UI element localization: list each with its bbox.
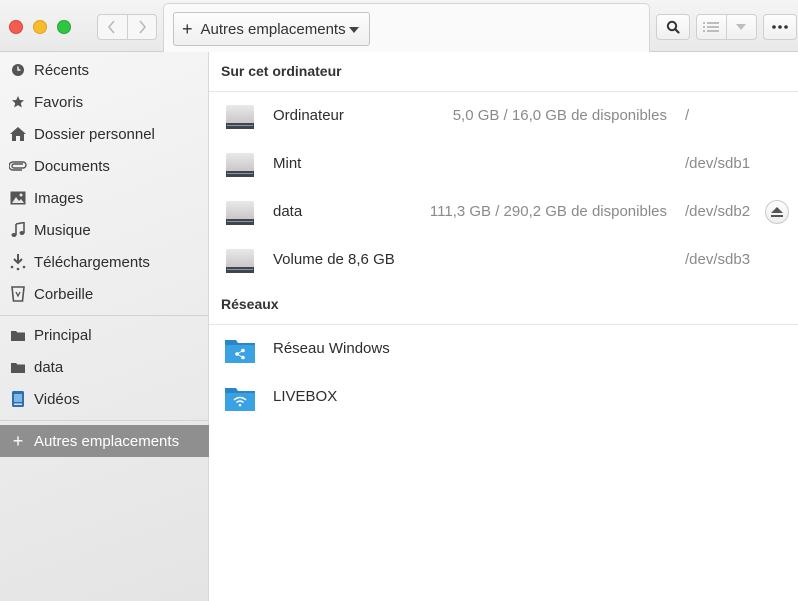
- folder-icon: [9, 358, 27, 376]
- sidebar-item-home[interactable]: Dossier personnel: [0, 118, 209, 150]
- sidebar-item-label: Musique: [34, 221, 91, 239]
- sidebar-item-label: Téléchargements: [34, 253, 150, 271]
- list-view-button[interactable]: [697, 15, 727, 39]
- sidebar-item-downloads[interactable]: Téléchargements: [0, 246, 209, 278]
- view-options-button[interactable]: [727, 15, 756, 39]
- header-bar: + Autres emplacements: [0, 0, 798, 52]
- section-divider: [209, 324, 798, 325]
- sidebar-item-data[interactable]: data: [0, 351, 209, 383]
- sidebar-separator: [0, 315, 209, 316]
- sidebar-item-label: Vidéos: [34, 390, 80, 408]
- sidebar-item-label: data: [34, 358, 64, 376]
- sidebar-item-favorites[interactable]: Favoris: [0, 86, 209, 118]
- sidebar-item-label: Images: [34, 189, 84, 207]
- sidebar-item-recents[interactable]: Récents: [0, 54, 209, 86]
- location-name: Volume de 8,6 GB: [273, 251, 395, 268]
- location-row-ordinateur[interactable]: Ordinateur 5,0 GB / 16,0 GB de disponibl…: [209, 94, 798, 138]
- sidebar-item-label: Corbeille: [34, 285, 94, 303]
- sidebar-item-label: Autres emplacements: [34, 432, 180, 450]
- drive-icon: [226, 201, 254, 225]
- plus-icon: +: [12, 430, 24, 451]
- location-row-volume[interactable]: Volume de 8,6 GB /dev/sdb3: [209, 238, 798, 282]
- sidebar-item-label: Principal: [34, 326, 92, 344]
- network-name: Réseau Windows: [273, 340, 390, 357]
- sidebar-item-music[interactable]: Musique: [0, 214, 209, 246]
- search-icon: [666, 20, 680, 34]
- drive-icon: [226, 105, 254, 129]
- maximize-window-button[interactable]: [57, 20, 71, 34]
- drive-icon: [226, 249, 254, 273]
- folder-icon: [9, 326, 27, 344]
- chevron-right-icon: [139, 20, 146, 34]
- eject-icon: [771, 207, 783, 217]
- trash-icon: [9, 285, 27, 303]
- network-share-folder-icon: [225, 340, 255, 363]
- menu-button[interactable]: [763, 14, 797, 40]
- search-button[interactable]: [656, 14, 690, 40]
- location-path: /dev/sdb3: [685, 251, 751, 268]
- back-button[interactable]: [98, 15, 128, 39]
- location-path: /dev/sdb2: [685, 203, 751, 220]
- location-name: Mint: [273, 155, 302, 172]
- location-name: Ordinateur: [273, 107, 344, 124]
- wifi-folder-icon: [225, 388, 255, 411]
- sidebar: Récents Favoris Dossier personnel Docume…: [0, 52, 209, 601]
- network-row-livebox[interactable]: LIVEBOX: [209, 375, 798, 419]
- sidebar-item-label: Documents: [34, 157, 110, 175]
- other-locations-view: Sur cet ordinateur Ordinateur 5,0 GB / 1…: [209, 52, 798, 601]
- sidebar-item-label: Dossier personnel: [34, 125, 155, 143]
- caret-down-icon: [349, 27, 359, 33]
- location-name: data: [273, 203, 303, 220]
- image-icon: [9, 189, 27, 207]
- home-icon: [9, 125, 27, 143]
- sidebar-item-label: Récents: [34, 61, 90, 79]
- view-switcher: [696, 14, 757, 40]
- minimize-window-button[interactable]: [33, 20, 47, 34]
- video-icon: [9, 390, 27, 408]
- clock-icon: [9, 61, 27, 79]
- network-row-windows[interactable]: Réseau Windows: [209, 327, 798, 371]
- drive-icon: [226, 153, 254, 177]
- star-icon: [9, 93, 27, 111]
- plus-icon: +: [182, 19, 193, 39]
- path-bar: + Autres emplacements: [163, 3, 650, 52]
- sidebar-separator: [0, 420, 209, 421]
- download-icon: [9, 253, 27, 271]
- chevron-down-icon: [736, 24, 747, 30]
- paperclip-icon: [9, 157, 27, 175]
- path-button-label: Autres emplacements: [200, 20, 346, 38]
- chevron-left-icon: [108, 20, 115, 34]
- more-horizontal-icon: [772, 25, 788, 29]
- sidebar-item-documents[interactable]: Documents: [0, 150, 209, 182]
- sidebar-item-label: Favoris: [34, 93, 84, 111]
- location-path: /dev/sdb1: [685, 155, 751, 172]
- forward-button[interactable]: [128, 15, 157, 39]
- section-title-networks: Réseaux: [221, 296, 279, 312]
- location-space: 5,0 GB / 16,0 GB de disponibles: [452, 107, 667, 124]
- close-window-button[interactable]: [9, 20, 23, 34]
- list-view-icon: [703, 22, 720, 32]
- location-row-data[interactable]: data 111,3 GB / 290,2 GB de disponibles …: [209, 190, 798, 234]
- path-button-other-locations[interactable]: + Autres emplacements: [173, 12, 370, 46]
- sidebar-item-images[interactable]: Images: [0, 182, 209, 214]
- sidebar-item-trash[interactable]: Corbeille: [0, 278, 209, 310]
- location-space: 111,3 GB / 290,2 GB de disponibles: [429, 203, 667, 220]
- location-row-mint[interactable]: Mint /dev/sdb1: [209, 142, 798, 186]
- sidebar-item-principal[interactable]: Principal: [0, 319, 209, 351]
- section-divider: [209, 91, 798, 92]
- network-name: LIVEBOX: [273, 388, 338, 405]
- sidebar-item-videos[interactable]: Vidéos: [0, 383, 209, 415]
- history-nav: [97, 14, 157, 40]
- section-title-computer: Sur cet ordinateur: [221, 63, 342, 79]
- music-icon: [9, 221, 27, 239]
- location-path: /: [685, 107, 690, 124]
- sidebar-item-other-locations[interactable]: + Autres emplacements: [0, 425, 209, 457]
- eject-button[interactable]: [765, 200, 789, 224]
